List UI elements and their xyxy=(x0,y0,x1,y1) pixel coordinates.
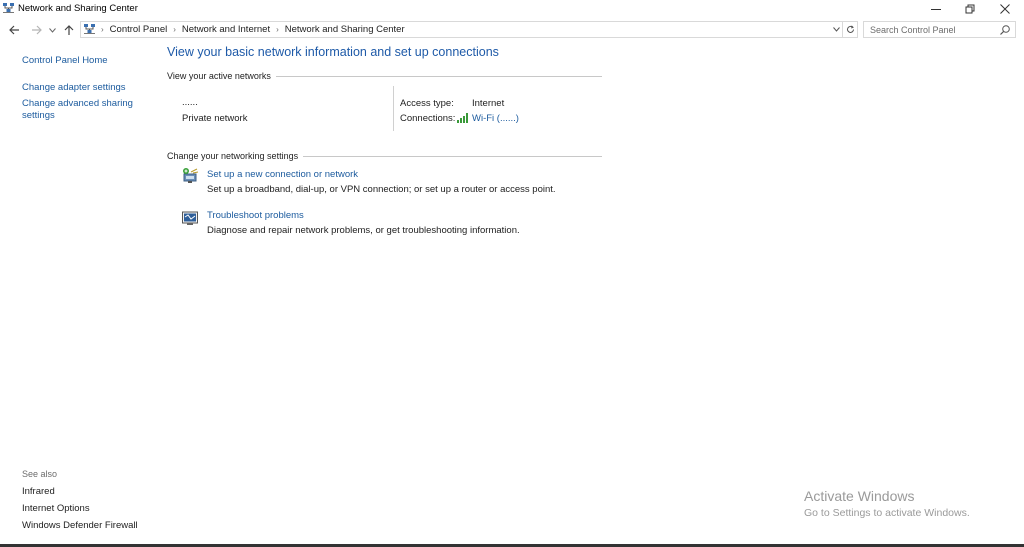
recent-locations-button[interactable] xyxy=(46,22,58,38)
see-also-label: See also xyxy=(22,469,58,479)
window-title: Network and Sharing Center xyxy=(18,3,138,14)
windows-defender-firewall-link[interactable]: Windows Defender Firewall xyxy=(22,520,138,531)
breadcrumb-network-and-internet[interactable]: Network and Internet xyxy=(182,24,270,35)
access-type-value: Internet xyxy=(472,98,505,109)
up-arrow-icon xyxy=(64,24,74,35)
search-box[interactable] xyxy=(863,21,1016,38)
wifi-connection-link[interactable]: Wi-Fi (......) xyxy=(472,113,519,124)
address-dropdown-button[interactable] xyxy=(830,27,842,32)
page-title: View your basic network information and … xyxy=(167,45,499,59)
breadcrumb-control-panel[interactable]: Control Panel xyxy=(110,24,168,35)
breadcrumb-separator-icon: › xyxy=(101,25,104,34)
control-panel-home-link[interactable]: Control Panel Home xyxy=(22,55,108,66)
infrared-link[interactable]: Infrared xyxy=(22,486,55,497)
network-center-icon xyxy=(3,3,14,14)
up-button[interactable] xyxy=(61,22,77,38)
troubleshoot-icon xyxy=(181,209,199,227)
breadcrumb-separator-icon: › xyxy=(276,25,279,34)
refresh-icon xyxy=(846,25,854,33)
change-advanced-sharing-settings-link[interactable]: Change advanced sharing settings xyxy=(22,98,142,122)
troubleshoot-problems-link[interactable]: Troubleshoot problems xyxy=(207,210,304,221)
minimize-icon xyxy=(931,9,941,10)
network-type: Private network xyxy=(182,113,248,124)
forward-arrow-icon xyxy=(31,25,42,35)
close-button[interactable] xyxy=(988,0,1022,18)
internet-options-link[interactable]: Internet Options xyxy=(22,503,90,514)
breadcrumb-network-and-sharing-center[interactable]: Network and Sharing Center xyxy=(285,24,405,35)
network-info-divider xyxy=(393,86,394,131)
control-panel-icon xyxy=(84,24,95,35)
restore-icon xyxy=(965,4,975,14)
connections-label: Connections: xyxy=(400,113,456,124)
minimize-button[interactable] xyxy=(919,0,953,18)
search-icon[interactable] xyxy=(999,24,1011,36)
activation-watermark-title: Activate Windows xyxy=(804,488,915,504)
networking-settings-label: Change your networking settings xyxy=(167,151,304,161)
setup-new-connection-description: Set up a broadband, dial-up, or VPN conn… xyxy=(207,184,556,195)
access-type-label: Access type: xyxy=(400,98,454,109)
refresh-button[interactable] xyxy=(842,21,858,38)
chevron-down-icon xyxy=(832,27,840,32)
wifi-signal-icon xyxy=(457,113,469,123)
new-connection-icon xyxy=(181,167,199,185)
forward-button[interactable] xyxy=(28,22,44,38)
back-button[interactable] xyxy=(6,22,22,38)
setup-new-connection-link[interactable]: Set up a new connection or network xyxy=(207,169,358,180)
restore-button[interactable] xyxy=(953,0,987,18)
title-bar: Network and Sharing Center xyxy=(0,0,1024,18)
chevron-down-icon xyxy=(48,27,56,33)
address-bar[interactable]: › Control Panel › Network and Internet ›… xyxy=(80,21,843,38)
close-icon xyxy=(1000,4,1010,14)
network-name: ...... xyxy=(182,97,198,108)
change-adapter-settings-link[interactable]: Change adapter settings xyxy=(22,82,126,93)
active-networks-label: View your active networks xyxy=(167,71,276,81)
breadcrumb-separator-icon: › xyxy=(173,25,176,34)
back-arrow-icon xyxy=(8,25,19,35)
search-input[interactable] xyxy=(864,22,1000,37)
activation-watermark-subtitle: Go to Settings to activate Windows. xyxy=(804,507,970,519)
troubleshoot-problems-description: Diagnose and repair network problems, or… xyxy=(207,225,520,236)
